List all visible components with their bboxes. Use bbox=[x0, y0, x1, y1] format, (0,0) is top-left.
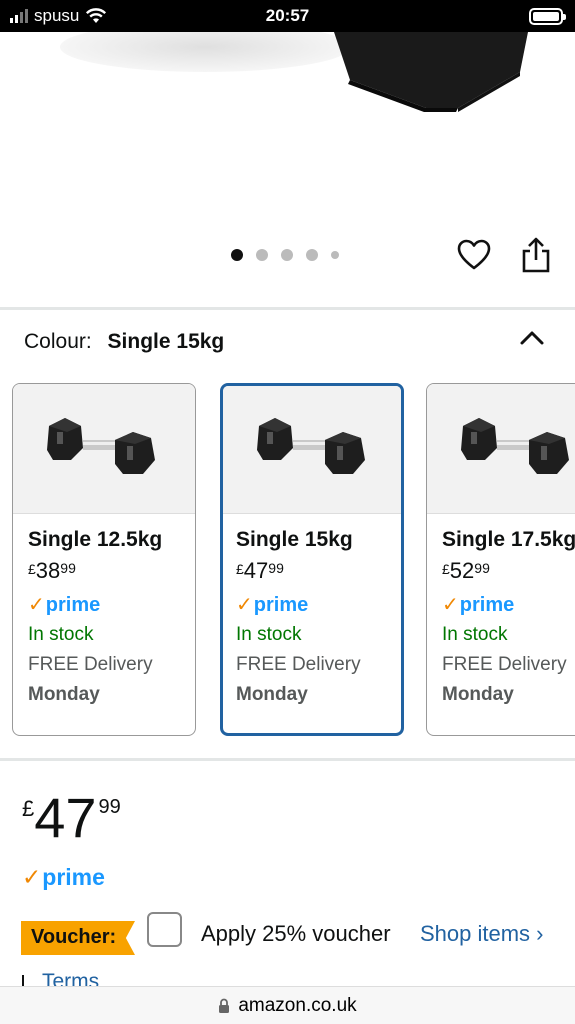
pagination-dot[interactable] bbox=[306, 249, 318, 261]
voucher-badge: Voucher: bbox=[21, 921, 135, 955]
variant-image bbox=[13, 384, 195, 514]
prime-check-icon: ✓ bbox=[236, 594, 253, 616]
gallery-pagination[interactable] bbox=[231, 249, 339, 261]
variant-card[interactable]: Single 17.5kg £ 52 99 ✓ prime In stock FR… bbox=[426, 383, 575, 736]
variant-name: Single 15kg bbox=[236, 528, 353, 551]
section-divider bbox=[0, 758, 575, 761]
prime-check-icon: ✓ bbox=[28, 594, 45, 616]
delivery-text: FREE Delivery bbox=[28, 654, 153, 675]
colour-selector-header[interactable]: Colour: Single 15kg bbox=[24, 330, 224, 354]
dumbbell-image bbox=[257, 418, 365, 474]
stock-status: In stock bbox=[236, 624, 302, 645]
url-domain: amazon.co.uk bbox=[238, 994, 357, 1016]
heart-icon[interactable] bbox=[456, 237, 492, 273]
delivery-day: Monday bbox=[236, 684, 308, 705]
prime-check-icon: ✓ bbox=[22, 864, 42, 890]
delivery-day: Monday bbox=[442, 684, 514, 705]
prime-badge: ✓ prime bbox=[236, 594, 309, 616]
shop-items-link[interactable]: Shop items › bbox=[420, 921, 544, 947]
pagination-dot[interactable] bbox=[331, 251, 339, 259]
dumbbell-head-image bbox=[334, 32, 528, 112]
clock: 20:57 bbox=[265, 6, 310, 25]
voucher-text[interactable]: Apply 25% voucher bbox=[201, 921, 391, 947]
delivery-text: FREE Delivery bbox=[236, 654, 361, 675]
section-divider bbox=[0, 307, 575, 310]
chevron-up-icon[interactable] bbox=[518, 327, 546, 349]
variant-image bbox=[427, 384, 575, 514]
pagination-dot[interactable] bbox=[256, 249, 268, 261]
status-bar: spusu 20:57 bbox=[0, 0, 575, 32]
delivery-day: Monday bbox=[28, 684, 100, 705]
variant-carousel[interactable]: Single 12.5kg £ 38 99 ✓ prime In stock FR… bbox=[0, 383, 575, 738]
variant-name: Single 17.5kg bbox=[442, 528, 575, 551]
voucher-checkbox[interactable] bbox=[147, 912, 182, 947]
delivery-text: FREE Delivery bbox=[442, 654, 567, 675]
stock-status: In stock bbox=[442, 624, 508, 645]
prime-check-icon: ✓ bbox=[442, 594, 459, 616]
variant-name: Single 12.5kg bbox=[28, 528, 163, 551]
variant-card[interactable]: Single 12.5kg £ 38 99 ✓ prime In stock FR… bbox=[12, 383, 196, 736]
prime-badge: ✓ prime bbox=[442, 594, 515, 616]
variant-card-selected[interactable]: Single 15kg £ 47 99 ✓ prime In stock FREE… bbox=[220, 383, 404, 736]
dumbbell-image bbox=[461, 418, 569, 474]
main-prime-badge: ✓ prime bbox=[22, 864, 105, 890]
variant-price: £ 47 99 bbox=[236, 558, 284, 583]
prime-badge: ✓ prime bbox=[28, 594, 101, 616]
colour-selected-value: Single 15kg bbox=[107, 330, 225, 353]
stock-status: In stock bbox=[28, 624, 94, 645]
variant-price: £ 38 99 bbox=[28, 558, 76, 583]
lock-icon bbox=[219, 998, 230, 1013]
pagination-dot[interactable] bbox=[281, 249, 293, 261]
pagination-dot[interactable] bbox=[231, 249, 243, 261]
variant-image bbox=[223, 386, 401, 514]
product-image-gallery[interactable] bbox=[0, 32, 575, 307]
dumbbell-image bbox=[47, 418, 155, 474]
variant-price: £ 52 99 bbox=[442, 558, 490, 583]
browser-url-bar[interactable]: amazon.co.uk bbox=[0, 986, 575, 1024]
main-price: £ 47 99 bbox=[22, 786, 121, 849]
colour-label: Colour: bbox=[24, 330, 92, 353]
share-icon[interactable] bbox=[520, 236, 552, 274]
battery-icon bbox=[529, 8, 566, 25]
